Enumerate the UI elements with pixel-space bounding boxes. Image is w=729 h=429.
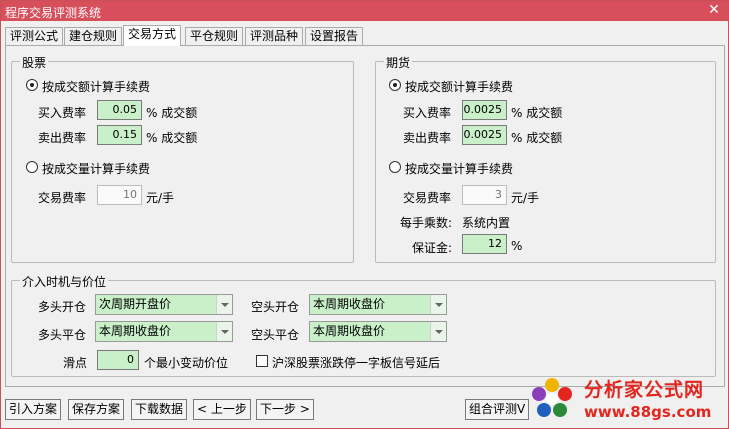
- save-scheme-button[interactable]: 保存方案: [68, 399, 125, 420]
- short-close-select[interactable]: 本周期收盘价: [309, 321, 447, 342]
- futures-by-amount-label: 按成交额计算手续费: [405, 80, 514, 94]
- long-open-select[interactable]: 次周期开盘价: [95, 294, 233, 315]
- chevron-down-icon[interactable]: [216, 322, 232, 341]
- download-data-button[interactable]: 下载数据: [131, 399, 188, 420]
- tab-report[interactable]: 设置报告: [305, 27, 364, 45]
- stock-sell-rate-input[interactable]: 0.15: [97, 125, 142, 145]
- futures-trade-fee-input[interactable]: 3: [462, 185, 507, 205]
- short-open-label: 空头开仓: [251, 300, 300, 314]
- futures-multiplier-label: 每手乘数:: [400, 216, 453, 230]
- slippage-unit: 个最小变动价位: [144, 356, 229, 370]
- site-logo: 分析家公式网 www.88gs.com: [528, 373, 728, 429]
- futures-trade-fee-label: 交易费率: [403, 191, 452, 205]
- futures-by-volume-radio[interactable]: [389, 161, 401, 173]
- tab-formula[interactable]: 评测公式: [5, 27, 64, 45]
- import-scheme-button[interactable]: 引入方案: [5, 399, 62, 420]
- futures-group-title: 期货: [384, 54, 413, 71]
- next-step-button[interactable]: 下一步 >: [256, 399, 314, 420]
- short-close-value: 本周期收盘价: [313, 324, 386, 338]
- stock-by-amount-label: 按成交额计算手续费: [42, 80, 151, 94]
- tab-exit-rules[interactable]: 平仓规则: [185, 27, 244, 45]
- short-open-value: 本周期收盘价: [313, 297, 386, 311]
- entry-group-title: 介入时机与价位: [20, 273, 109, 290]
- short-open-select[interactable]: 本周期收盘价: [309, 294, 447, 315]
- slippage-label: 滑点: [63, 356, 88, 370]
- futures-margin-label: 保证金:: [412, 241, 453, 255]
- futures-buy-rate-input[interactable]: 0.0025: [462, 100, 507, 120]
- stock-sell-rate-unit: % 成交额: [146, 131, 198, 145]
- stock-by-volume-radio[interactable]: [26, 161, 38, 173]
- futures-margin-input[interactable]: 12: [462, 234, 507, 254]
- stock-by-volume-label: 按成交量计算手续费: [42, 162, 151, 176]
- long-close-value: 本周期收盘价: [99, 324, 172, 338]
- long-open-value: 次周期开盘价: [99, 297, 172, 311]
- limit-delay-checkbox[interactable]: [256, 355, 268, 367]
- short-close-label: 空头平仓: [251, 328, 300, 342]
- stock-buy-rate-input[interactable]: 0.05: [97, 100, 142, 120]
- stock-trade-fee-input[interactable]: 10: [97, 185, 142, 205]
- slippage-input[interactable]: 0: [97, 350, 139, 370]
- logo-text: 分析家公式网: [584, 379, 705, 401]
- logo-url: www.88gs.com: [584, 403, 712, 421]
- futures-sell-rate-input[interactable]: 0.0025: [462, 125, 507, 145]
- futures-multiplier-value: 系统内置: [462, 216, 511, 230]
- tab-entry-rules[interactable]: 建仓规则: [64, 27, 123, 45]
- chevron-down-icon[interactable]: [216, 295, 232, 314]
- futures-sell-rate-unit: % 成交额: [511, 131, 563, 145]
- futures-by-volume-label: 按成交量计算手续费: [405, 162, 514, 176]
- flower-logo-icon: [532, 378, 572, 417]
- title-bar: 程序交易评测系统 ✕: [1, 1, 728, 21]
- stock-trade-fee-unit: 元/手: [146, 191, 175, 205]
- prev-step-button[interactable]: < 上一步: [193, 399, 251, 420]
- tab-instruments[interactable]: 评测品种: [245, 27, 304, 45]
- futures-margin-unit: %: [511, 239, 523, 253]
- window-title: 程序交易评测系统: [5, 6, 102, 20]
- close-icon[interactable]: ✕: [706, 2, 722, 18]
- stock-buy-rate-unit: % 成交额: [146, 106, 198, 120]
- chevron-down-icon[interactable]: [430, 295, 446, 314]
- chevron-down-icon[interactable]: [430, 322, 446, 341]
- limit-delay-label: 沪深股票涨跌停一字板信号延后: [272, 356, 441, 370]
- app-window: 程序交易评测系统 ✕ 评测公式 建仓规则 交易方式 平仓规则 评测品种 设置报告…: [0, 0, 729, 429]
- stock-buy-rate-label: 买入费率: [38, 106, 87, 120]
- futures-sell-rate-label: 卖出费率: [403, 131, 452, 145]
- long-close-select[interactable]: 本周期收盘价: [95, 321, 233, 342]
- stock-by-amount-radio[interactable]: [26, 79, 38, 91]
- futures-by-amount-radio[interactable]: [389, 79, 401, 91]
- stock-trade-fee-label: 交易费率: [38, 191, 87, 205]
- stock-sell-rate-label: 卖出费率: [38, 131, 87, 145]
- tab-trade-mode[interactable]: 交易方式: [123, 25, 182, 46]
- long-open-label: 多头开仓: [38, 300, 87, 314]
- long-close-label: 多头平仓: [38, 328, 87, 342]
- futures-buy-rate-unit: % 成交额: [511, 106, 563, 120]
- futures-buy-rate-label: 买入费率: [403, 106, 452, 120]
- futures-trade-fee-unit: 元/手: [511, 191, 540, 205]
- stock-group-title: 股票: [20, 54, 49, 71]
- combo-test-button[interactable]: 组合评测V: [465, 399, 530, 420]
